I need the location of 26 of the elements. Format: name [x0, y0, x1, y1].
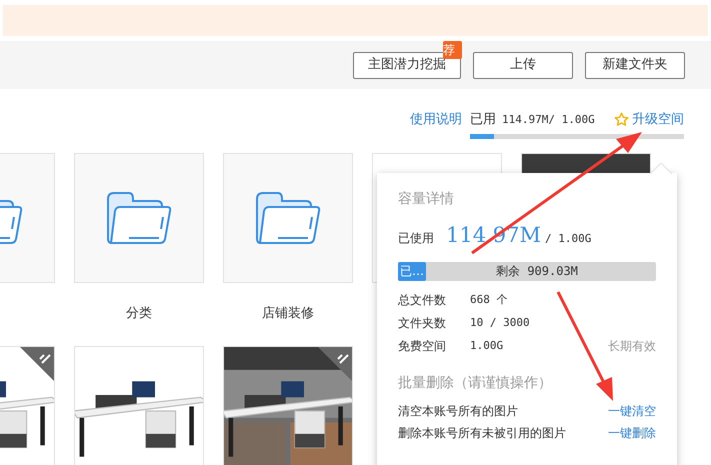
action-link[interactable]: 一键删除: [608, 424, 656, 442]
upgrade-link[interactable]: 升级空间: [632, 110, 684, 130]
stat-label: 文件夹数: [398, 315, 447, 332]
total-amount: / 1.00G: [544, 231, 592, 247]
toolbar-button[interactable]: 上传: [473, 52, 573, 79]
folder-name: 分类: [126, 305, 152, 324]
action-link[interactable]: 一键清空: [608, 402, 656, 420]
recommend-badge: 荐: [443, 41, 462, 60]
used-label: 已使用: [398, 230, 434, 247]
stat-value: 668 个: [470, 292, 508, 308]
stat-value: 10 / 3000: [470, 314, 530, 331]
used-label: 已用: [470, 111, 496, 129]
batch-delete-title: 批量删除（请谨慎操作）: [398, 374, 553, 392]
capacity-fill: 已…: [398, 262, 426, 280]
action-description: 删除本账号所有未被引用的图片: [398, 424, 566, 442]
stat-note: 长期有效: [608, 338, 656, 355]
action-description: 清空本账号所有的图片: [398, 402, 518, 420]
folder-name: 店铺装修: [262, 305, 314, 324]
toolbar-button[interactable]: 新建文件夹: [585, 52, 685, 79]
stat-value: 1.00G: [470, 338, 504, 354]
used-value: 114.97M/ 1.00G: [502, 112, 595, 128]
help-link[interactable]: 使用说明: [410, 110, 462, 130]
stat-label: 总文件数: [398, 292, 447, 309]
stat-label: 免费空间: [398, 338, 447, 355]
remaining-text: 剩余 909.03M: [496, 263, 578, 280]
popup-title: 容量详情: [398, 190, 455, 209]
